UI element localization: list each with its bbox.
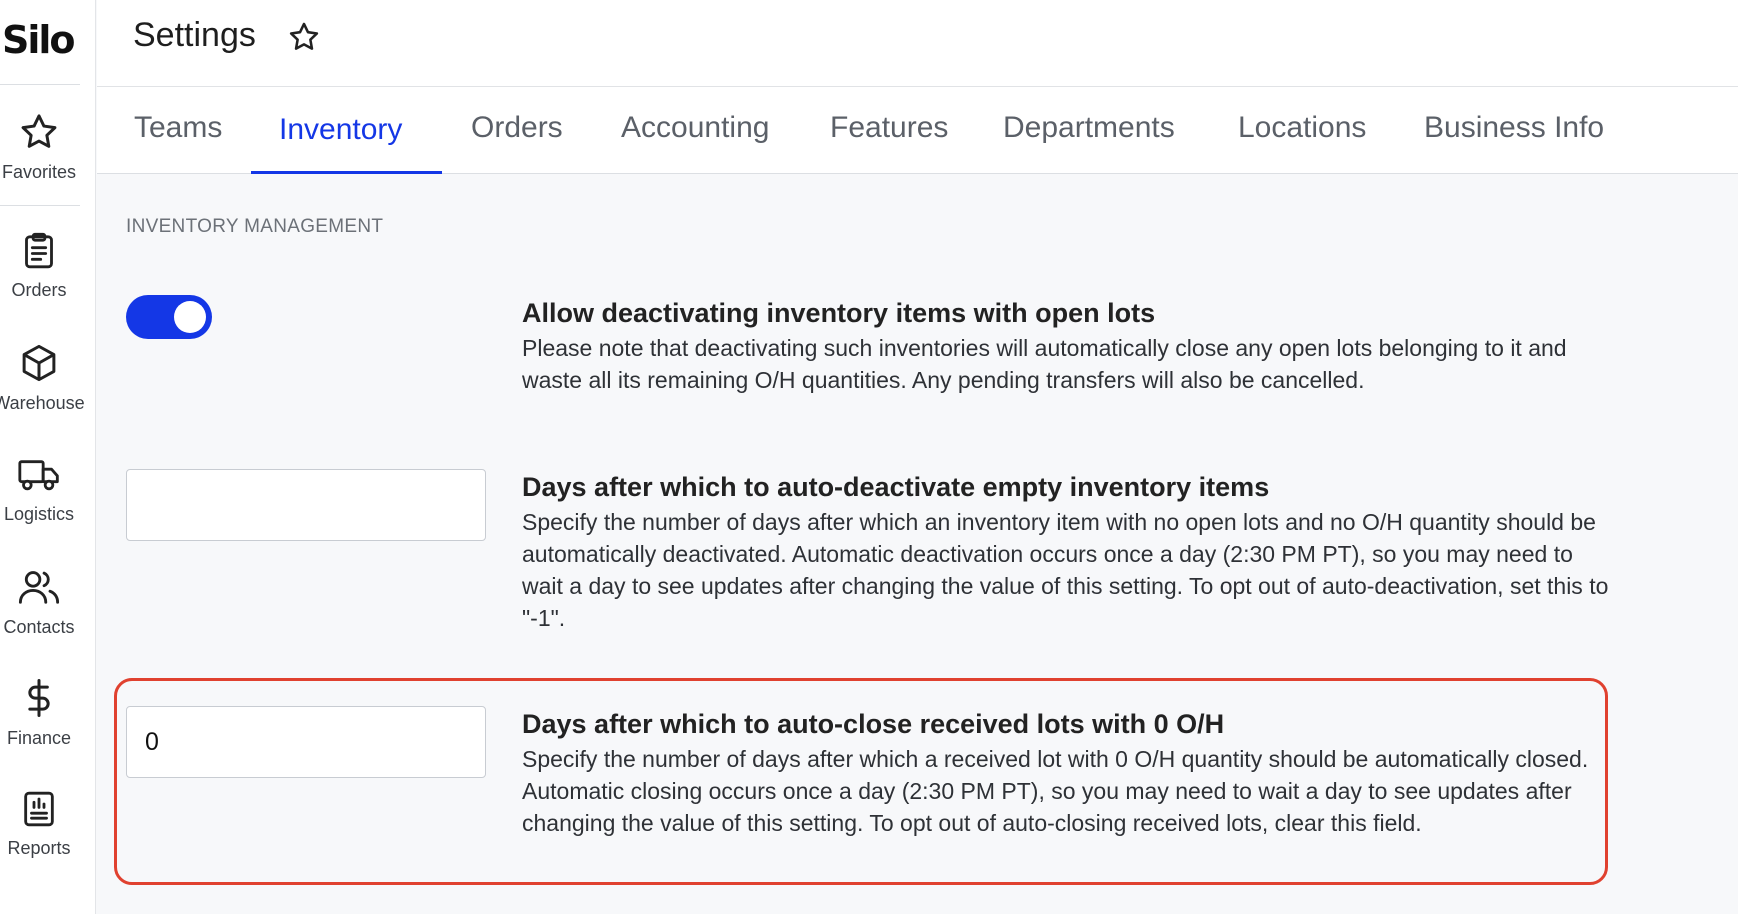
active-tab-indicator xyxy=(251,171,442,174)
toggle-knob xyxy=(174,301,206,333)
section-title: INVENTORY MANAGEMENT xyxy=(126,216,384,237)
tab-locations[interactable]: Locations xyxy=(1238,111,1366,145)
auto-deactivate-days-input[interactable] xyxy=(126,469,486,541)
sidebar-item-label: Logistics xyxy=(3,504,75,524)
page-title: Settings xyxy=(133,16,256,54)
tab-business-info[interactable]: Business Info xyxy=(1424,111,1604,145)
auto-close-lots-days-input[interactable] xyxy=(126,706,486,778)
sidebar-item-orders[interactable]: Orders xyxy=(0,231,95,301)
sidebar-item-reports[interactable]: Reports xyxy=(0,789,95,859)
sidebar-item-contacts[interactable]: Contacts xyxy=(0,566,95,638)
clipboard-icon xyxy=(25,232,53,269)
report-icon xyxy=(24,791,54,827)
star-icon xyxy=(21,114,57,148)
sidebar-item-label: Finance xyxy=(6,728,72,748)
setting-description: Specify the number of days after which a… xyxy=(522,746,1589,836)
sidebar-item-label: Contacts xyxy=(3,617,75,637)
sidebar-item-logistics[interactable]: Logistics xyxy=(0,455,95,525)
sidebar-item-label: Warehouse xyxy=(0,393,85,413)
sidebar-item-label: Reports xyxy=(7,838,71,858)
page-header: Settings xyxy=(97,0,1738,87)
users-icon xyxy=(18,571,60,604)
tab-features[interactable]: Features xyxy=(830,111,948,145)
box-icon xyxy=(22,344,56,382)
truck-icon xyxy=(18,460,59,491)
tab-departments[interactable]: Departments xyxy=(1003,111,1175,145)
sidebar-divider xyxy=(0,205,80,206)
sidebar: Silo Favorites Orders Warehouse Logistic… xyxy=(0,0,96,914)
tab-accounting[interactable]: Accounting xyxy=(621,111,769,145)
settings-tabs: Teams Inventory Orders Accounting Featur… xyxy=(97,87,1738,174)
dollar-icon xyxy=(28,679,50,717)
sidebar-item-favorites[interactable]: Favorites xyxy=(0,111,95,183)
setting-title: Days after which to auto-deactivate empt… xyxy=(522,472,1270,502)
deactivate-open-lots-toggle[interactable] xyxy=(126,295,212,339)
sidebar-item-finance[interactable]: Finance xyxy=(0,677,95,749)
setting-description: Specify the number of days after which a… xyxy=(522,509,1609,631)
sidebar-item-warehouse[interactable]: Warehouse xyxy=(0,342,95,414)
tab-orders[interactable]: Orders xyxy=(471,111,563,145)
sidebar-item-label: Orders xyxy=(11,280,67,300)
setting-description: Please note that deactivating such inven… xyxy=(522,335,1567,393)
app-logo[interactable]: Silo xyxy=(0,12,80,68)
sidebar-divider xyxy=(0,84,80,85)
tab-inventory[interactable]: Inventory xyxy=(279,113,402,147)
favorite-star-icon[interactable] xyxy=(287,20,321,59)
setting-title: Allow deactivating inventory items with … xyxy=(522,298,1156,328)
tab-teams[interactable]: Teams xyxy=(134,111,222,145)
setting-title: Days after which to auto-close received … xyxy=(522,709,1225,739)
sidebar-item-label: Favorites xyxy=(1,162,77,182)
